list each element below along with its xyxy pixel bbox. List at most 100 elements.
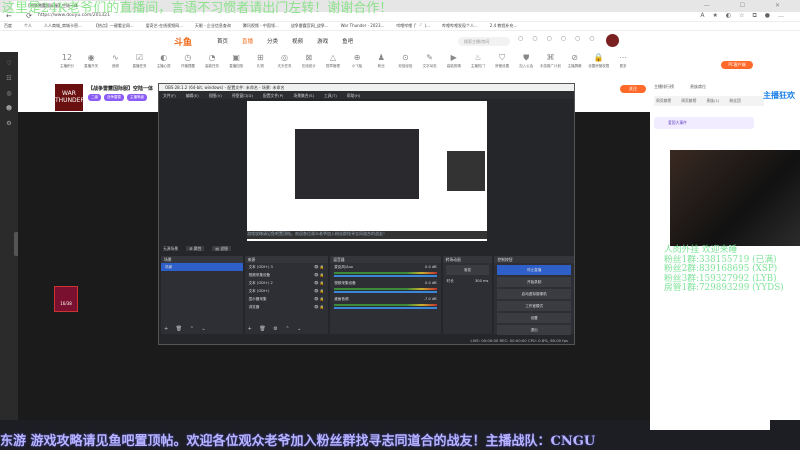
scene-item[interactable]: 场景: [161, 263, 243, 271]
header-icon-2[interactable]: ○: [547, 35, 552, 42]
source-item[interactable]: 视频采集设备 👁 🔒: [245, 271, 329, 279]
pc-client-button[interactable]: PC客户端: [721, 61, 753, 69]
tool-item[interactable]: ⌘ 手游推广计划: [539, 53, 561, 80]
obs-menu-item[interactable]: 文件(F): [163, 93, 176, 98]
tool-item[interactable]: ☑ 直播任务: [129, 53, 151, 80]
sidebar-icon[interactable]: ☷: [0, 75, 18, 82]
nav-item[interactable]: 首页: [217, 37, 228, 45]
header-icon-3[interactable]: ○: [561, 35, 566, 42]
tool-item[interactable]: ◉ 直播开关: [80, 53, 102, 80]
tool-item[interactable]: 12 主播积分: [56, 53, 78, 80]
control-button[interactable]: 开始录制: [497, 277, 571, 287]
tool-item[interactable]: ◔ 高能任务: [201, 53, 223, 80]
user-avatar[interactable]: [606, 34, 619, 47]
sidebar-icon[interactable]: ⚙: [0, 120, 18, 127]
bookmark-item[interactable]: 哔哩哔哩发现个人...: [442, 23, 478, 29]
visibility-lock-icons[interactable]: 👁 🔒: [314, 289, 324, 294]
douyu-logo[interactable]: 斗鱼: [174, 35, 192, 48]
sidebar-icon[interactable]: ◎: [0, 90, 18, 97]
header-icon-0[interactable]: ○: [518, 35, 523, 42]
source-item[interactable]: 浏览器 👁 🔒: [245, 303, 329, 311]
tool-item[interactable]: ⋯ 更多: [612, 53, 634, 80]
scene-controls[interactable]: + 🗑 ⌃ ⌄: [164, 326, 209, 332]
obs-menu-item[interactable]: 编辑(E): [186, 93, 199, 98]
obs-menu-item[interactable]: 场景集合(S): [293, 93, 314, 98]
visibility-lock-icons[interactable]: 👁 🔒: [314, 273, 324, 278]
rank-subtab[interactable]: 贵族(1): [706, 98, 719, 104]
rank-tab[interactable]: 主播排行榜: [654, 84, 674, 90]
nav-item[interactable]: 直播: [242, 37, 253, 45]
bookmark-item[interactable]: 【热点】一键看全网...: [94, 23, 134, 29]
tool-item[interactable]: ◐ 主播心愿: [153, 53, 175, 80]
sidebar-icon[interactable]: ♡: [0, 60, 18, 67]
bookmark-item[interactable]: 战争雷霆官网_战争...: [291, 23, 329, 29]
obs-menu-item[interactable]: 停靠窗口(D): [232, 93, 253, 98]
tool-item[interactable]: ⛊ 加入公会: [515, 53, 537, 80]
control-button[interactable]: 停止直播: [497, 265, 571, 275]
properties-button[interactable]: ⚙ 属性: [186, 246, 205, 251]
control-button[interactable]: 启动虚拟摄像机: [497, 289, 571, 299]
nav-item[interactable]: 鱼吧: [342, 37, 353, 45]
control-button[interactable]: 设置: [497, 313, 571, 323]
rank-subtab[interactable]: 周贡献榜: [681, 98, 696, 104]
streamer-avatar[interactable]: WAR THUNDER: [55, 84, 85, 111]
tool-item[interactable]: ⊙ 双倍经验: [394, 53, 416, 80]
notice-banner[interactable]: 爱国大事件: [654, 117, 754, 129]
rank-subtab[interactable]: 粉丝团: [729, 98, 740, 104]
header-icon-1[interactable]: ○: [532, 35, 537, 42]
stream-tag[interactable]: 二级: [88, 94, 101, 101]
tool-item[interactable]: ∿ 音频: [104, 53, 126, 80]
transition-select[interactable]: 渐变: [445, 265, 490, 275]
control-button[interactable]: 工作室模式: [497, 301, 571, 311]
source-item[interactable]: 文本 (GDI+) 2 👁 🔒: [245, 279, 329, 287]
bookmark-item[interactable]: 天眼 - 企业信息查询: [195, 23, 231, 29]
nav-item[interactable]: 分类: [267, 37, 278, 45]
stream-tag[interactable]: 主播等级: [127, 94, 147, 101]
tool-item[interactable]: 🔒 设置房管权限: [588, 53, 610, 80]
volume-slider[interactable]: [334, 307, 437, 309]
volume-slider[interactable]: [334, 291, 437, 293]
tool-item[interactable]: ◎ 天天任务: [274, 53, 296, 80]
bookmark-item[interactable]: 哔哩哔哩 (゜-゜)...: [396, 23, 430, 29]
nav-item[interactable]: 游戏: [317, 37, 328, 45]
source-item[interactable]: 文本 (GDI+) 👁 🔒: [245, 287, 329, 295]
bookmark-item[interactable]: 人人商城_商城卡密...: [44, 23, 82, 29]
obs-menu-item[interactable]: 帮助(H): [347, 93, 360, 98]
window-controls[interactable]: — ☐ ✕: [704, 2, 794, 9]
header-icon-4[interactable]: ○: [575, 35, 580, 42]
volume-slider[interactable]: [334, 275, 437, 277]
promo-banner[interactable]: 主播狂欢: [762, 90, 796, 118]
visibility-lock-icons[interactable]: 👁 🔒: [314, 265, 324, 270]
rank-subtab[interactable]: 周贡献榜: [656, 98, 671, 104]
visibility-lock-icons[interactable]: 👁 🔒: [314, 297, 324, 302]
bookmark-item[interactable]: 2.4 教程补充...: [490, 23, 517, 29]
source-controls[interactable]: + 🗑 ⚙ ⌃ ⌄: [248, 326, 305, 332]
activity-badge[interactable]: 16/38: [54, 286, 78, 312]
bookmark-item[interactable]: 爱奇艺-在线视频网...: [146, 23, 183, 29]
tool-item[interactable]: ♨ 主播热门: [467, 53, 489, 80]
tool-item[interactable]: ⊠ 在线统计: [298, 53, 320, 80]
source-item[interactable]: 文本 (GDI+) 3 👁 🔒: [245, 263, 329, 271]
stream-tag[interactable]: 战争雷霆: [104, 94, 124, 101]
nav-item[interactable]: 视频: [292, 37, 303, 45]
obs-menu-item[interactable]: 配置文件(P): [263, 93, 283, 98]
rank-tab[interactable]: 贵族席位: [690, 84, 706, 90]
tool-item[interactable]: ▶ 高能剪辑: [443, 53, 465, 80]
tool-item[interactable]: ⊘ 主播屏蔽: [564, 53, 586, 80]
follow-button[interactable]: 关注: [620, 85, 646, 93]
duration-input[interactable]: 300 ms: [475, 279, 488, 284]
control-button[interactable]: 退出: [497, 325, 571, 335]
sidebar-icon[interactable]: ☻: [0, 105, 18, 112]
tool-item[interactable]: △ 勋章管理: [322, 53, 344, 80]
tool-item[interactable]: ✎ 文字动态: [419, 53, 441, 80]
browser-toolbar-icons[interactable]: A★◐☆⧉●…: [700, 12, 792, 20]
obs-menu-item[interactable]: 视图(V): [209, 93, 222, 98]
source-item[interactable]: 显示器采集 👁 🔒: [245, 295, 329, 303]
bookmark-item[interactable]: 腾讯视频 - 中国领...: [243, 23, 279, 29]
tool-item[interactable]: ♟ 粉丝: [370, 53, 392, 80]
tool-item[interactable]: ⊕ 小飞船: [346, 53, 368, 80]
tool-item[interactable]: ◷ 开播提醒: [177, 53, 199, 80]
visibility-lock-icons[interactable]: 👁 🔒: [314, 305, 324, 310]
bookmark-item[interactable]: 个人: [24, 23, 32, 29]
tool-item[interactable]: ⛉ 房管设置: [491, 53, 513, 80]
